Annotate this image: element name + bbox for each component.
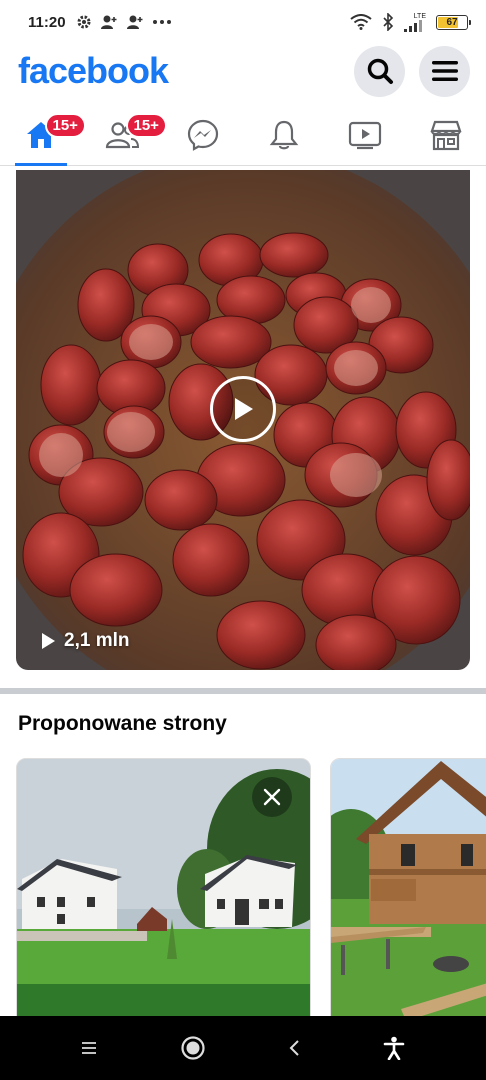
- video-icon: [348, 121, 381, 149]
- status-time: 11:20: [28, 13, 66, 31]
- add-person-icon: [126, 15, 143, 29]
- add-person-icon: [100, 15, 117, 29]
- play-button[interactable]: [210, 376, 276, 442]
- wifi-icon: [350, 14, 372, 30]
- store-icon: [429, 120, 462, 150]
- close-icon: [263, 788, 281, 806]
- section-divider: [0, 688, 486, 694]
- view-count-text: 2,1 mln: [64, 630, 130, 651]
- tab-marketplace[interactable]: [416, 110, 476, 160]
- home-circle-icon[interactable]: [180, 1035, 206, 1061]
- tab-home[interactable]: 15+: [11, 110, 86, 166]
- battery-icon: 67: [436, 14, 471, 30]
- system-navigation-bar: [0, 1016, 486, 1080]
- suggested-page-card[interactable]: [330, 758, 486, 1028]
- signal-icon: [404, 19, 422, 32]
- main-tab-bar: 15+ 15+: [0, 104, 486, 166]
- accessibility-icon[interactable]: [383, 1036, 405, 1060]
- bluetooth-icon: [383, 13, 394, 31]
- menu-button[interactable]: [419, 45, 470, 97]
- dismiss-button[interactable]: [252, 777, 292, 817]
- tab-messenger[interactable]: [173, 110, 233, 160]
- gear-icon: [77, 15, 91, 29]
- search-button[interactable]: [354, 45, 405, 97]
- network-type: LTE: [413, 12, 426, 20]
- bell-icon: [269, 120, 298, 149]
- play-icon: [235, 398, 253, 420]
- tab-friends[interactable]: 15+: [92, 110, 167, 160]
- view-count: 2,1 mln: [40, 630, 129, 652]
- tab-watch[interactable]: [335, 110, 395, 160]
- suggested-page-card[interactable]: [16, 758, 311, 1028]
- search-icon: [367, 58, 393, 84]
- video-post[interactable]: 2,1 mln: [16, 170, 470, 670]
- facebook-logo[interactable]: facebook: [18, 50, 169, 92]
- app-header: facebook: [0, 44, 486, 98]
- recent-apps-icon[interactable]: [81, 1041, 97, 1055]
- tab-notifications[interactable]: [254, 110, 314, 160]
- more-dots-icon: [152, 20, 171, 24]
- status-bar: 11:20 LTE 67: [0, 0, 486, 44]
- notification-badge: 15+: [125, 112, 167, 138]
- battery-level: 67: [446, 16, 458, 28]
- back-icon[interactable]: [288, 1039, 300, 1057]
- notification-badge: 15+: [44, 112, 86, 138]
- play-icon: [42, 633, 55, 649]
- page-photo: [331, 759, 486, 1027]
- messenger-icon: [187, 119, 218, 151]
- suggested-pages-title: Proponowane strony: [18, 712, 227, 735]
- hamburger-menu-icon: [431, 61, 458, 81]
